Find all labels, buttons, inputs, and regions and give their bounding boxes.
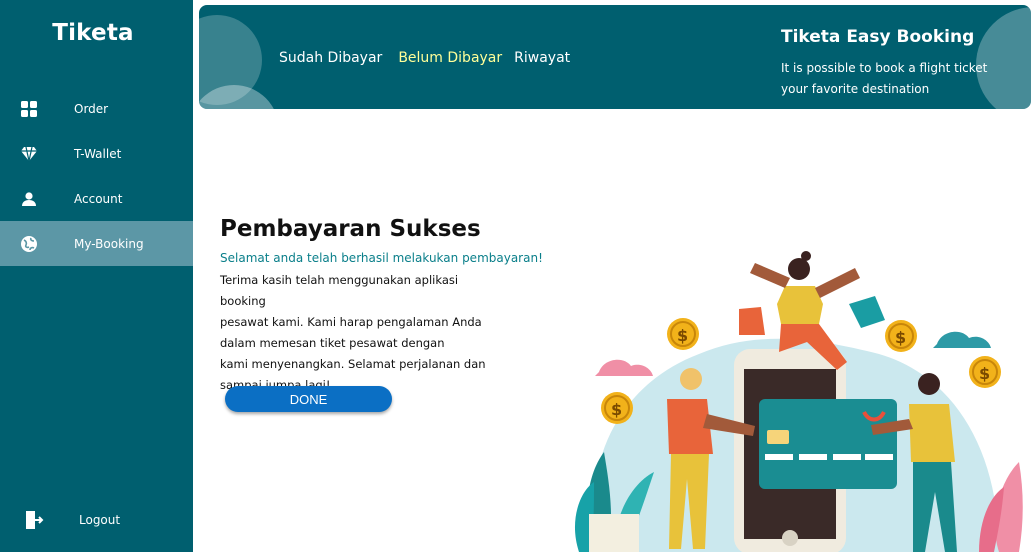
header-banner: Sudah Dibayar Belum Dibayar Riwayat Tike… — [199, 5, 1031, 109]
status-tabs: Sudah Dibayar Belum Dibayar Riwayat — [279, 50, 570, 66]
message-line: pesawat kami. Kami harap pengalaman Anda — [220, 315, 482, 329]
success-subtitle: Selamat anda telah berhasil melakukan pe… — [220, 251, 543, 265]
svg-text:$: $ — [677, 326, 688, 345]
message-line: Terima kasih telah menggunakan aplikasi … — [220, 273, 459, 308]
promo-title: Tiketa Easy Booking — [781, 27, 975, 47]
sidebar-item-label: Order — [74, 101, 109, 116]
coin-icon: $ — [885, 320, 917, 352]
tab-sudah-dibayar[interactable]: Sudah Dibayar — [279, 50, 382, 66]
grid-icon — [19, 99, 39, 119]
sidebar-item-my-booking[interactable]: My-Booking — [0, 221, 193, 266]
svg-text:$: $ — [895, 328, 906, 347]
thank-you-message: Terima kasih telah menggunakan aplikasi … — [220, 270, 500, 396]
sidebar-item-label: Account — [74, 191, 123, 206]
svg-text:$: $ — [611, 400, 622, 419]
coin-icon: $ — [601, 392, 633, 424]
page-title: Pembayaran Sukses — [220, 216, 481, 242]
promo-text: It is possible to book a flight ticket y… — [781, 61, 988, 96]
coin-icon: $ — [969, 356, 1001, 388]
brand-logo: Tiketa — [52, 20, 134, 46]
sidebar-item-account[interactable]: Account — [0, 176, 193, 221]
payment-success-illustration: $ $ $ $ — [574, 251, 1023, 552]
message-line: kami menyenangkan. Selamat perjalanan da… — [220, 357, 486, 371]
tab-riwayat[interactable]: Riwayat — [514, 50, 570, 66]
main-content: Pembayaran Sukses Selamat anda telah ber… — [199, 116, 1031, 552]
coin-icon: $ — [667, 318, 699, 350]
sidebar-item-label: T-Wallet — [74, 146, 122, 161]
tab-belum-dibayar[interactable]: Belum Dibayar — [398, 50, 502, 66]
sidebar: Tiketa Order T-Wallet Account My-Booking… — [0, 0, 193, 552]
logout-icon — [24, 510, 44, 530]
diamond-icon — [19, 144, 39, 164]
sidebar-item-t-wallet[interactable]: T-Wallet — [0, 131, 193, 176]
done-button[interactable]: DONE — [225, 386, 392, 412]
globe-icon — [19, 234, 39, 254]
user-icon — [19, 189, 39, 209]
sidebar-item-order[interactable]: Order — [0, 86, 193, 131]
sidebar-item-label: My-Booking — [74, 236, 144, 251]
logout-button[interactable]: Logout — [0, 497, 193, 542]
message-line: dalam memesan tiket pesawat dengan — [220, 336, 445, 350]
svg-text:$: $ — [979, 364, 990, 383]
logout-label: Logout — [79, 512, 121, 527]
